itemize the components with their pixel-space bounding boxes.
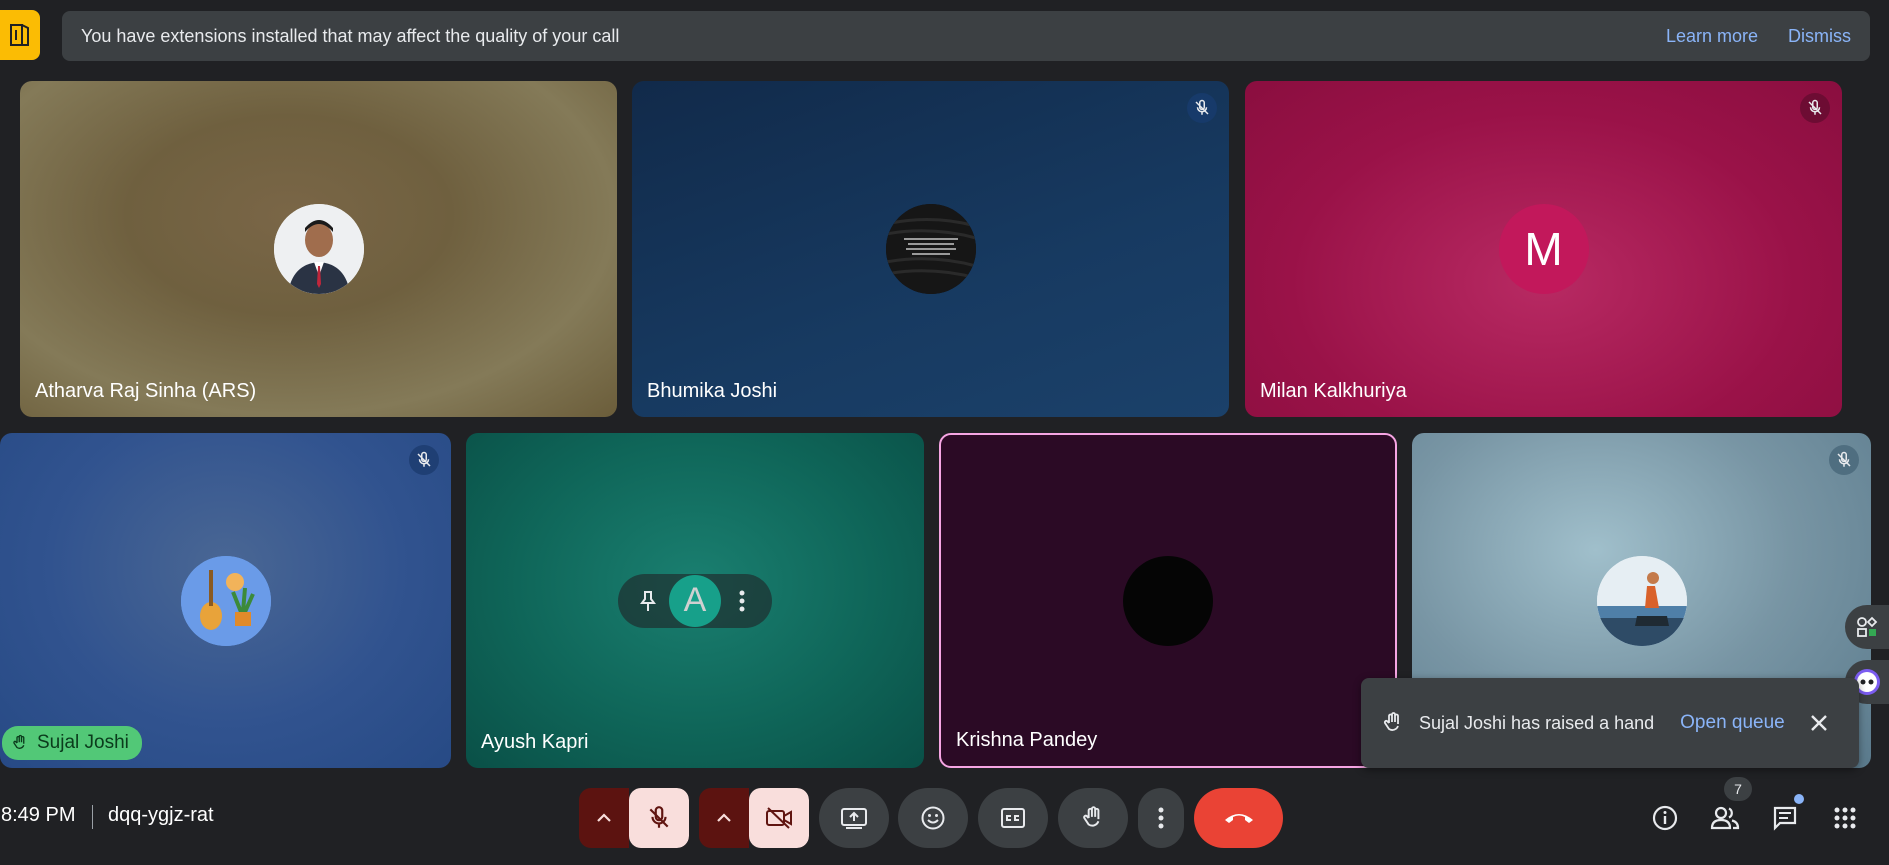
audio-options-button[interactable] xyxy=(579,788,629,848)
video-options-button[interactable] xyxy=(699,788,749,848)
participant-name: Milan Kalkhuriya xyxy=(1260,380,1407,402)
avatar-letter: A xyxy=(669,574,721,627)
info-icon xyxy=(1652,805,1678,831)
participant-name: Ayush Kapri xyxy=(481,731,589,753)
raise-hand-button[interactable] xyxy=(1058,788,1128,848)
people-icon xyxy=(1710,806,1740,830)
hand-icon xyxy=(1083,806,1100,827)
chevron-up-icon xyxy=(597,813,611,822)
participant-name: Sujal Joshi xyxy=(37,732,129,753)
meeting-code: dqq-ygjz-rat xyxy=(108,804,214,826)
meeting-details-button[interactable] xyxy=(1645,798,1685,838)
hand-icon xyxy=(1383,712,1399,731)
avatar xyxy=(885,204,976,294)
muted-indicator xyxy=(1800,93,1830,123)
extension-icon xyxy=(10,24,29,46)
mic-off-icon xyxy=(1837,451,1851,467)
activities-button[interactable] xyxy=(1845,605,1889,649)
muted-indicator xyxy=(409,445,439,475)
muted-indicator xyxy=(1187,93,1217,123)
reactions-button[interactable] xyxy=(898,788,968,848)
avatar xyxy=(1596,555,1687,646)
apps-grid-icon xyxy=(1834,807,1856,829)
mic-off-icon xyxy=(417,451,431,467)
toggle-microphone-button[interactable] xyxy=(629,788,689,848)
more-options-button[interactable] xyxy=(1138,788,1184,848)
activities-menu-button[interactable] xyxy=(1825,798,1865,838)
hand-icon xyxy=(13,734,25,749)
current-time: 8:49 PM xyxy=(1,804,76,826)
chat-icon xyxy=(1773,806,1797,831)
chevron-up-icon xyxy=(717,813,731,822)
avatar xyxy=(180,555,271,646)
close-icon xyxy=(1810,715,1827,731)
extensions-warning-banner: You have extensions installed that may a… xyxy=(62,11,1870,61)
leave-call-button[interactable] xyxy=(1194,788,1283,848)
banner-message: You have extensions installed that may a… xyxy=(81,25,620,46)
present-screen-button[interactable] xyxy=(819,788,889,848)
participant-tile-milan[interactable]: M Milan Kalkhuriya xyxy=(1245,81,1842,417)
mic-off-icon xyxy=(649,806,669,828)
chat-notification-dot xyxy=(1794,794,1804,804)
toast-message: Sujal Joshi has raised a hand xyxy=(1419,712,1655,733)
extension-indicator-button[interactable] xyxy=(0,10,40,60)
raised-hand-notification: Sujal Joshi has raised a hand Open queue xyxy=(1361,678,1859,768)
present-icon xyxy=(841,808,867,829)
captions-button[interactable] xyxy=(978,788,1048,848)
avatar xyxy=(1123,555,1213,646)
participant-tile-sujal[interactable]: Sujal Joshi xyxy=(0,433,451,768)
participant-name: Atharva Raj Sinha (ARS) xyxy=(35,380,257,402)
participant-tile-atharva[interactable]: Atharva Raj Sinha (ARS) xyxy=(20,81,617,417)
participant-tile-ayush[interactable]: A Ayush Kapri xyxy=(466,433,924,768)
more-vert-icon xyxy=(739,590,745,611)
avatar xyxy=(273,204,364,294)
open-queue-button[interactable]: Open queue xyxy=(1680,712,1785,734)
camera-control xyxy=(699,788,809,848)
participant-name: Bhumika Joshi xyxy=(647,380,778,402)
toggle-camera-button[interactable] xyxy=(749,788,809,848)
close-toast-button[interactable] xyxy=(1809,713,1829,733)
more-vert-icon xyxy=(1158,807,1164,829)
raised-hand-badge: Sujal Joshi xyxy=(2,726,142,760)
call-end-icon xyxy=(1224,814,1253,823)
mic-off-icon xyxy=(1195,99,1209,115)
mic-off-icon xyxy=(1808,99,1822,115)
learn-more-link[interactable]: Learn more xyxy=(1666,26,1758,47)
emoji-icon xyxy=(921,806,945,830)
microphone-control xyxy=(579,788,689,848)
avatar-letter: M xyxy=(1524,223,1563,275)
divider xyxy=(92,805,93,829)
more-options-button[interactable] xyxy=(730,590,754,612)
participant-tile-bhumika[interactable]: Bhumika Joshi xyxy=(632,81,1229,417)
tile-hover-controls: A xyxy=(618,573,772,628)
avatar: M xyxy=(1498,204,1589,294)
captions-icon xyxy=(1001,808,1025,828)
participant-name: Krishna Pandey xyxy=(956,729,1098,751)
muted-indicator xyxy=(1829,445,1859,475)
shapes-icon xyxy=(1857,616,1878,637)
pin-icon xyxy=(640,590,656,611)
dismiss-button[interactable]: Dismiss xyxy=(1788,26,1851,47)
people-button[interactable] xyxy=(1705,798,1745,838)
participant-tile-krishna[interactable]: Krishna Pandey xyxy=(939,433,1397,768)
chat-button[interactable] xyxy=(1765,798,1805,838)
pin-button[interactable] xyxy=(636,590,660,612)
camera-off-icon xyxy=(766,807,792,829)
